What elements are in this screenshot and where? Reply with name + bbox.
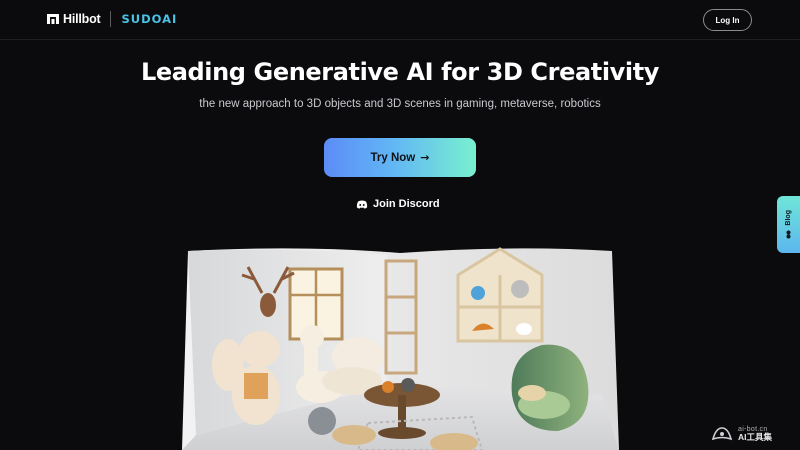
join-discord-link[interactable]: Join Discord [356, 198, 440, 210]
watermark-logo-icon [711, 427, 733, 441]
blog-side-tab[interactable]: Blog [777, 196, 800, 253]
hillbot-logo[interactable]: Hillbot [47, 12, 101, 26]
join-discord-label: Join Discord [373, 198, 440, 210]
blog-label: Blog [785, 210, 792, 226]
discord-icon [356, 200, 368, 209]
login-button[interactable]: Log In [703, 9, 752, 31]
try-now-label: Try Now [370, 151, 416, 164]
arrow-right-icon: → [420, 151, 430, 164]
showcase-3d-scene-image [182, 247, 619, 450]
hero-subtitle: the new approach to 3D objects and 3D sc… [199, 98, 601, 110]
top-nav-bar: Hillbot SUDOAI Log In [0, 0, 800, 40]
hillbot-logo-icon [47, 14, 59, 24]
try-now-button[interactable]: Try Now → [324, 138, 476, 177]
brand-divider [110, 11, 112, 27]
blog-icon [786, 230, 791, 239]
watermark: ai-bot.cn AI工具集 [710, 425, 772, 443]
hero-title: Leading Generative AI for 3D Creativity [140, 58, 660, 86]
brand-name: Hillbot [63, 12, 101, 26]
brand-group: Hillbot SUDOAI [47, 11, 177, 27]
partner-logo-text[interactable]: SUDOAI [121, 12, 177, 26]
watermark-brand: AI工具集 [738, 432, 773, 443]
